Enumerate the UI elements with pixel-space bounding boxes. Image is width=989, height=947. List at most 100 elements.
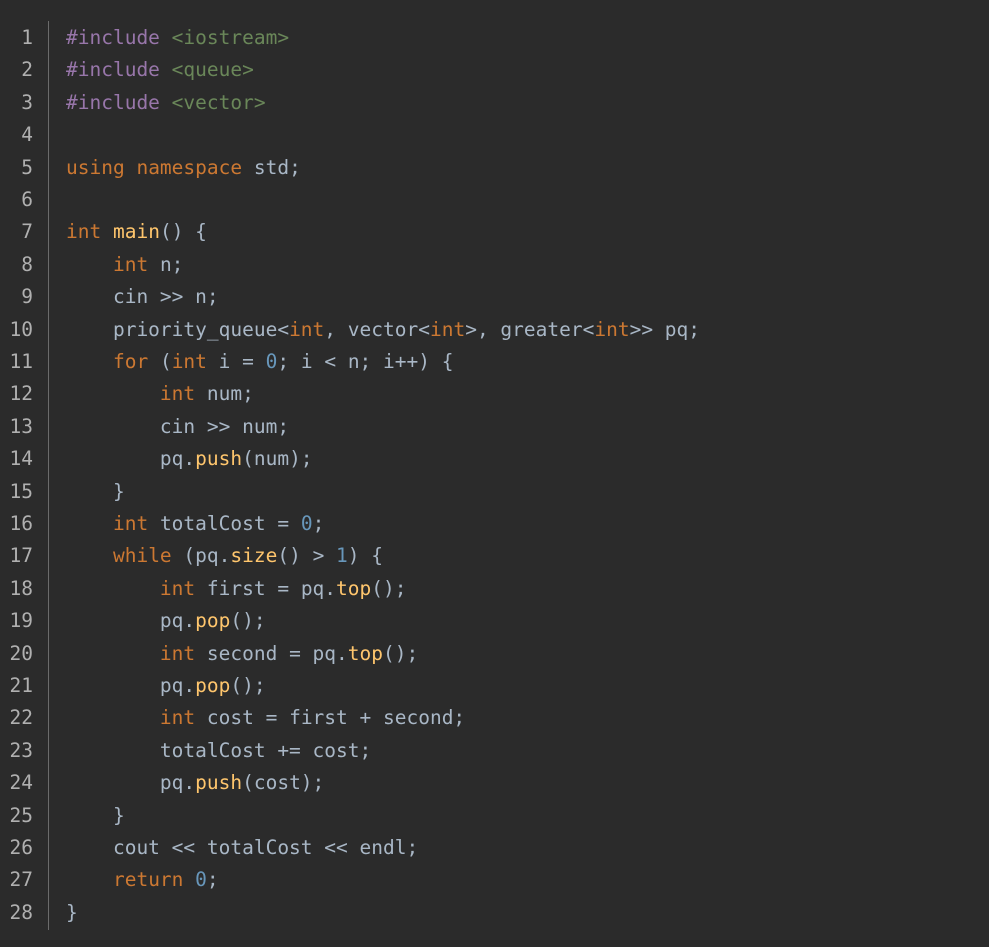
code-token: push	[195, 771, 243, 795]
code-token: namespace	[136, 155, 243, 179]
code-token: return	[112, 868, 184, 892]
code-text: return 0;	[66, 864, 219, 896]
code-text: int second = pq.top();	[66, 638, 418, 670]
code-text: while (pq.size() > 1) {	[66, 540, 383, 572]
code-token: cin >> n;	[66, 285, 219, 309]
code-token: pq.	[66, 674, 196, 697]
code-token: ();	[383, 641, 419, 665]
code-token: pop	[195, 609, 231, 633]
code-token: <queue>	[171, 58, 254, 82]
code-text: using namespace std;	[66, 152, 301, 184]
line-number: 27	[9, 868, 33, 892]
line-number: 14	[9, 447, 33, 471]
code-text: int cost = first + second;	[66, 702, 465, 734]
code-token: while	[112, 544, 172, 568]
code-token: #include	[66, 26, 160, 49]
code-token: ; i < n; i++) {	[277, 350, 454, 373]
code-token: int	[289, 317, 325, 341]
code-editor[interactable]: 1 #include <iostream> 2 #include <queue> 3 #i…	[0, 0, 989, 947]
code-text: int n;	[66, 249, 183, 281]
line-number: 13	[9, 414, 33, 438]
code-token: ) {	[347, 544, 384, 568]
code-token: int	[112, 252, 149, 276]
line-number: 23	[9, 738, 33, 762]
code-token: >, greater<	[465, 317, 595, 341]
code-text: }	[66, 897, 78, 929]
code-token: cin >> num;	[66, 414, 290, 438]
code-token: main	[112, 220, 160, 244]
code-token: ;	[312, 512, 325, 535]
line-number: 25	[9, 803, 33, 827]
code-token: i =	[206, 350, 266, 373]
code-text: }	[66, 476, 125, 508]
code-token: int	[159, 706, 196, 730]
code-token: for	[112, 350, 149, 373]
code-token: (num);	[242, 447, 313, 471]
code-token: 0	[195, 868, 207, 892]
line-number: 28	[9, 900, 33, 924]
code-token: <iostream>	[171, 26, 290, 49]
code-token: ();	[371, 576, 407, 600]
code-token: int	[159, 576, 196, 600]
code-token: std;	[242, 155, 301, 179]
line-number: 4	[21, 123, 33, 147]
line-number: 10	[9, 317, 33, 341]
line-number: 20	[9, 641, 33, 665]
code-token: push	[195, 447, 243, 471]
code-token: cost = first + second;	[195, 706, 466, 730]
line-number: 18	[9, 576, 33, 600]
code-text: #include <iostream>	[66, 22, 289, 54]
line-number: 17	[9, 544, 33, 568]
code-text: cin >> n;	[66, 281, 219, 313]
code-token: priority_queue<	[66, 317, 290, 341]
code-token: first = pq.	[195, 576, 337, 600]
code-token: (	[148, 350, 172, 373]
code-token: int	[159, 641, 196, 665]
code-token: size	[230, 544, 278, 568]
code-text: #include <queue>	[66, 54, 254, 86]
line-number: 2	[21, 58, 33, 82]
code-token: cout << totalCost << endl;	[66, 836, 419, 859]
code-token: pop	[195, 674, 231, 697]
code-token: (pq.	[171, 544, 231, 568]
code-token: int	[594, 317, 630, 341]
code-token: totalCost += cost;	[66, 738, 372, 762]
code-token: 1	[336, 544, 348, 568]
code-token: <vector>	[171, 90, 266, 114]
code-token: top	[347, 641, 384, 665]
code-token: #include	[66, 58, 160, 82]
line-number: 26	[9, 836, 33, 859]
code-token: 0	[265, 350, 278, 373]
code-text: pq.pop();	[66, 670, 266, 702]
code-text: pq.pop();	[66, 605, 266, 637]
code-text: pq.push(num);	[66, 443, 313, 475]
code-text: priority_queue<int, vector<int>, greater…	[66, 314, 700, 346]
line-number: 15	[9, 479, 33, 503]
line-number: 24	[9, 771, 33, 795]
line-number: 5	[21, 155, 33, 179]
gutter-divider	[48, 21, 49, 930]
code-token: n;	[148, 252, 184, 276]
code-token: ();	[230, 674, 266, 697]
code-token: () >	[277, 544, 337, 568]
code-text: int totalCost = 0;	[66, 508, 324, 540]
line-number: 16	[9, 512, 33, 535]
code-token: top	[336, 576, 372, 600]
line-number: 7	[21, 220, 33, 244]
code-token: pq.	[66, 771, 196, 795]
code-text: totalCost += cost;	[66, 735, 371, 767]
code-token: int	[429, 317, 466, 341]
line-number: 6	[21, 188, 33, 211]
code-token: }	[66, 900, 78, 924]
line-number: 12	[9, 382, 33, 406]
code-token: 0	[300, 512, 313, 535]
code-token: , vector<	[324, 317, 430, 341]
code-text: int num;	[66, 378, 254, 410]
